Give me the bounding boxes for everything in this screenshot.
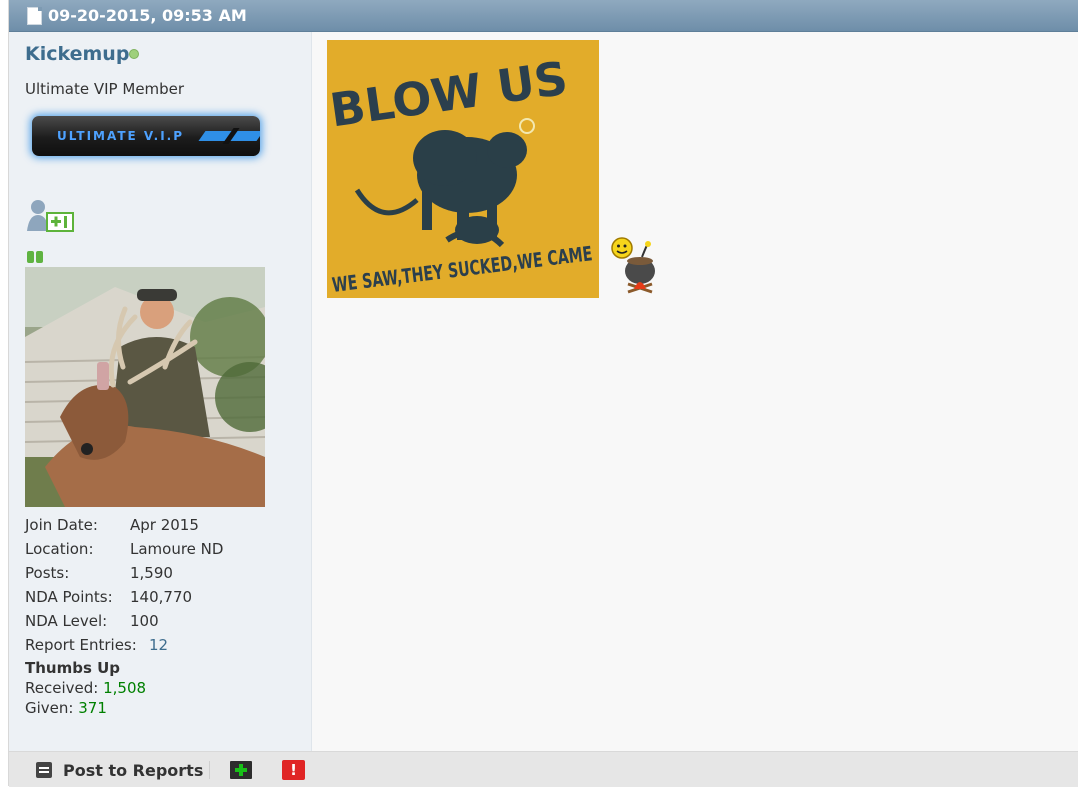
stat-value: Lamoure ND [130,540,224,558]
post-header: 09-20-2015, 09:53 AM [9,0,1078,32]
report-post-alert-icon[interactable]: ! [282,760,305,780]
document-icon [27,7,42,25]
thumbs-received-label: Received: [25,679,99,697]
stat-label: Posts: [25,564,70,582]
stat-value: 140,770 [130,588,193,606]
online-status-icon [129,49,139,59]
thumbs-up-title: Thumbs Up [25,659,121,677]
add-icon[interactable] [230,761,252,779]
post-date: 09-20-2015, 09:53 AM [48,6,247,25]
thumbs-received-value: 1,508 [103,679,147,697]
username-link[interactable]: Kickemup [25,43,129,65]
add-reputation-icon[interactable] [25,197,75,235]
report-entries-link[interactable]: 12 [149,636,168,654]
thumbs-given-label: Given: [25,699,74,717]
stat-value: 100 [130,612,159,630]
stat-value: Apr 2015 [130,516,199,534]
stat-value: 1,590 [130,564,173,582]
reputation-bar [27,249,45,263]
user-avatar [25,267,265,507]
thumbs-given-value: 371 [78,699,107,717]
thumbs-given-row: Given: 371 [25,699,146,719]
post-footer: Post to Reports ! [9,751,1078,787]
thumbs-up-summary: Thumbs Up Received: 1,508 Given: 371 [25,659,146,719]
stat-label: NDA Points: [25,588,113,606]
vip-badge-text: ULTIMATE V.I.P [57,129,185,143]
stat-label: Join Date: [25,516,98,534]
cooking-smiley-icon [611,237,655,294]
vip-badge: ULTIMATE V.I.P [32,116,260,156]
stat-label: NDA Level: [25,612,108,630]
post-to-reports-button[interactable]: Post to Reports [63,761,203,780]
user-title: Ultimate VIP Member [25,80,185,98]
user-info-panel: Kickemup Ultimate VIP Member ULTIMATE V.… [9,32,312,751]
post-image[interactable]: BLOW US WE SAW,THEY SUCKED,WE CAME [327,40,599,298]
footer-separator [209,761,210,779]
thumbs-received-row: Received: 1,508 [25,679,146,699]
report-icon[interactable] [36,762,52,778]
stat-label: Report Entries: [25,636,137,654]
forum-post: 09-20-2015, 09:53 AM Kickemup Ultimate V… [8,0,1078,787]
stat-label: Location: [25,540,94,558]
